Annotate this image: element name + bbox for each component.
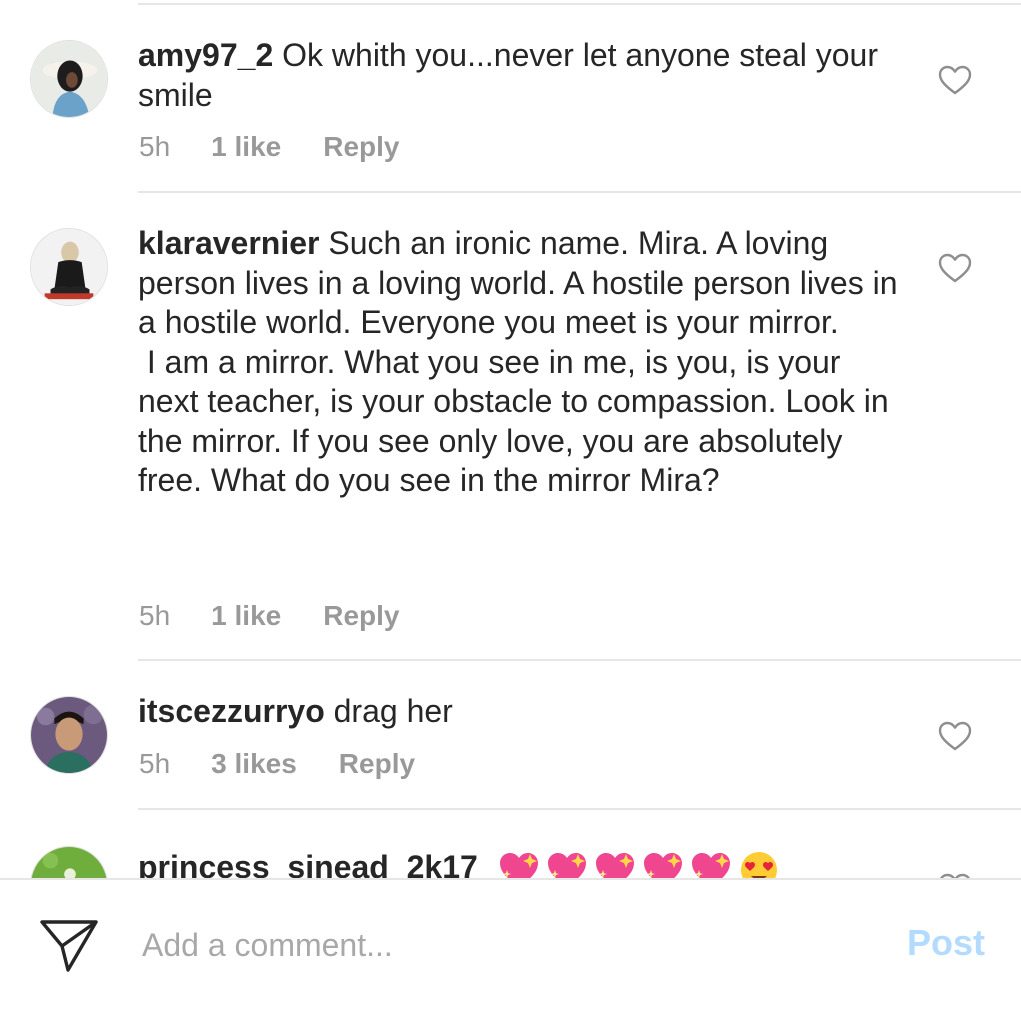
comment-meta: 5h 1 like Reply [139,129,399,165]
avatar[interactable] [30,846,108,878]
comment-time: 5h [139,748,171,779]
comment-text: princess_sinead_2k17 [138,848,898,878]
comment-text: itscezzurryo drag her [138,692,898,732]
heart-eyes-face-icon [737,850,781,878]
divider [138,659,1021,661]
reply-button[interactable]: Reply [323,131,399,163]
comment-likes[interactable]: 3 likes [211,748,297,780]
sparkling-heart-icon [641,850,685,878]
comment-text: amy97_2 Ok whith you...never let anyone … [138,36,898,115]
emoji-row [497,850,781,878]
comment-username[interactable]: itscezzurryo [138,693,325,729]
sparkling-heart-icon [593,850,637,878]
comment-input[interactable] [142,920,842,970]
comment-item: princess_sinead_2k17 [0,830,1021,878]
comment-username[interactable]: klaravernier [138,225,319,261]
heart-icon[interactable] [938,720,972,752]
sparkling-heart-icon [545,850,589,878]
comment-body: Such an ironic name. Mira. A loving pers… [138,225,898,498]
paper-plane-icon[interactable] [38,918,100,974]
heart-icon[interactable] [938,252,972,284]
divider [138,191,1021,193]
post-button[interactable]: Post [907,922,985,964]
divider [138,808,1021,810]
comment-likes[interactable]: 1 like [211,600,281,632]
divider [138,3,1021,5]
avatar[interactable] [30,228,108,306]
avatar[interactable] [30,40,108,118]
comment-time: 5h [139,600,171,631]
sparkling-heart-icon [689,850,733,878]
comment-text: klaravernier Such an ironic name. Mira. … [138,224,898,501]
comment-body: drag her [333,693,453,729]
comment-composer: Post [0,878,1021,1009]
comment-username[interactable]: amy97_2 [138,37,273,73]
comment-meta: 5h 1 like Reply [139,598,399,634]
comment-username[interactable]: princess_sinead_2k17 [138,849,478,878]
comment-likes[interactable]: 1 like [211,131,281,163]
avatar[interactable] [30,696,108,774]
comment-time: 5h [139,131,171,162]
comment-meta: 5h 3 likes Reply [139,746,415,782]
reply-button[interactable]: Reply [323,600,399,632]
sparkling-heart-icon [497,850,541,878]
heart-icon[interactable] [938,64,972,96]
reply-button[interactable]: Reply [339,748,415,780]
